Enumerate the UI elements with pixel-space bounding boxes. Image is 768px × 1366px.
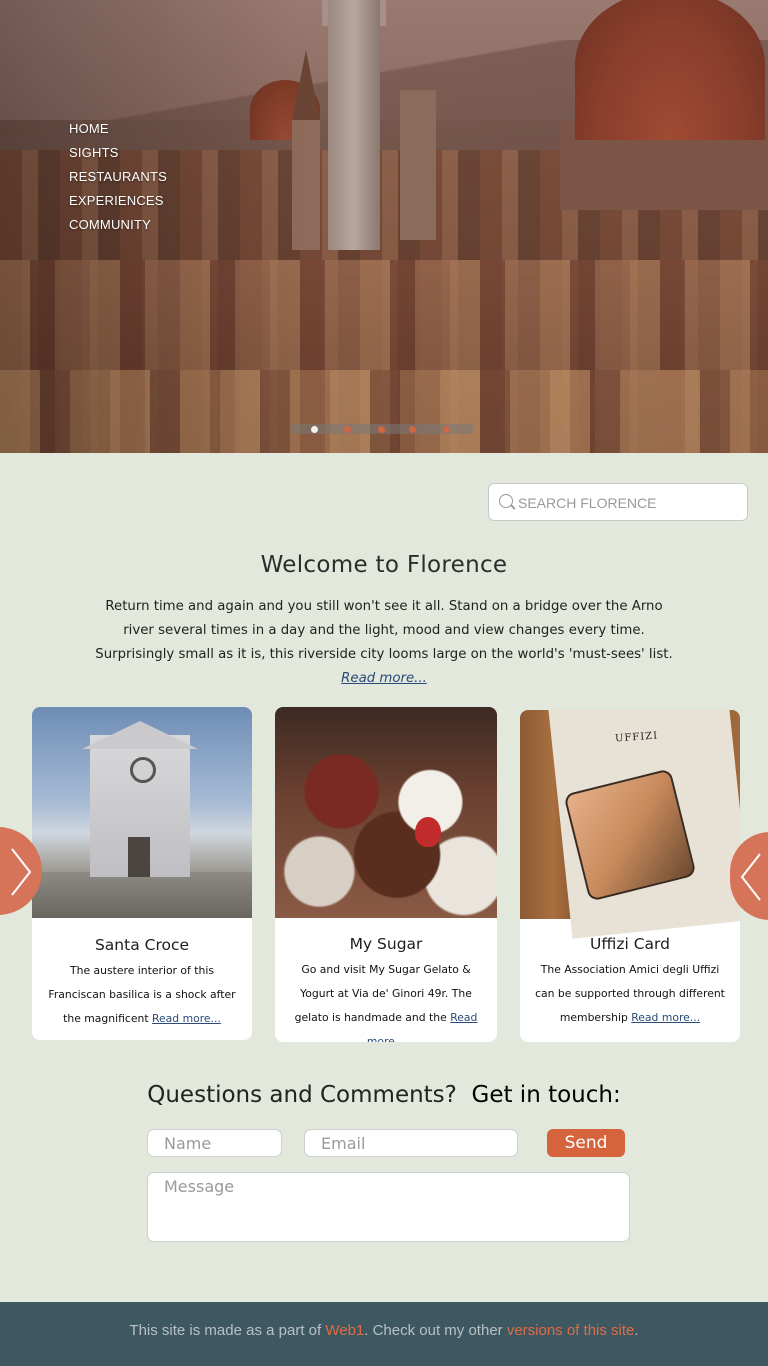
- card-my-sugar[interactable]: My Sugar Go and visit My Sugar Gelato & …: [275, 707, 497, 1042]
- uffizi-card-image: UFFIZI: [520, 710, 740, 939]
- contact-title-part2: Get in touch:: [471, 1082, 621, 1108]
- nav-item-experiences[interactable]: EXPERIENCES: [69, 189, 167, 213]
- card-text: Go and visit My Sugar Gelato & Yogurt at…: [289, 958, 483, 1042]
- card-santa-croce[interactable]: Santa Croce The austere interior of this…: [32, 707, 252, 1040]
- slider-dot-3[interactable]: [378, 426, 385, 433]
- card-read-more-link[interactable]: Read more...: [631, 1011, 700, 1024]
- footer-text: This site is made as a part of Web1. Che…: [129, 1322, 639, 1339]
- santa-croce-image: [32, 707, 252, 918]
- card-title: My Sugar: [349, 935, 423, 953]
- send-button[interactable]: Send: [547, 1129, 625, 1157]
- contact-title-part1: Questions and Comments?: [147, 1082, 457, 1108]
- main-nav: HOME SIGHTS RESTAURANTS EXPERIENCES COMM…: [69, 117, 167, 237]
- footer-web1-link[interactable]: Web1: [325, 1322, 364, 1339]
- name-field: [147, 1129, 282, 1157]
- slider-dot-4[interactable]: [409, 426, 416, 433]
- card-text: The Association Amici degli Uffizi can b…: [535, 963, 725, 1024]
- search-input[interactable]: [518, 492, 738, 514]
- nav-item-sights[interactable]: SIGHTS: [69, 141, 167, 165]
- my-sugar-image: [275, 707, 497, 918]
- footer: This site is made as a part of Web1. Che…: [0, 1302, 768, 1366]
- footer-versions-link[interactable]: versions of this site: [507, 1322, 635, 1339]
- search-icon: [499, 494, 513, 508]
- slider-dot-2[interactable]: [344, 426, 351, 433]
- chevron-right-icon: [11, 848, 32, 896]
- name-input[interactable]: [148, 1130, 281, 1156]
- card-read-more-link[interactable]: Read more...: [152, 1012, 221, 1025]
- card-text: The austere interior of this Franciscan …: [48, 964, 236, 1025]
- card-title: Uffizi Card: [590, 935, 670, 953]
- slider-pagination: [290, 424, 474, 434]
- chevron-left-icon: [740, 853, 761, 901]
- card-uffizi-card[interactable]: UFFIZI Uffizi Card The Association Amici…: [520, 710, 740, 1042]
- slider-dot-1[interactable]: [311, 426, 318, 433]
- message-input[interactable]: [148, 1173, 629, 1241]
- hero-banner: HOME SIGHTS RESTAURANTS EXPERIENCES COMM…: [0, 0, 768, 453]
- welcome-body: Return time and again and you still won'…: [95, 599, 673, 662]
- contact-title: Questions and Comments? Get in touch:: [0, 1082, 768, 1108]
- nav-item-home[interactable]: HOME: [69, 117, 167, 141]
- slider-dot-5[interactable]: [443, 426, 450, 433]
- search-box: [488, 483, 748, 521]
- email-field: [304, 1129, 518, 1157]
- nav-item-restaurants[interactable]: RESTAURANTS: [69, 165, 167, 189]
- welcome-title: Welcome to Florence: [260, 552, 508, 578]
- message-field: [147, 1172, 630, 1242]
- welcome-read-more-link[interactable]: Read more...: [341, 671, 427, 686]
- email-input[interactable]: [305, 1130, 517, 1156]
- card-title: Santa Croce: [94, 936, 190, 954]
- nav-item-community[interactable]: COMMUNITY: [69, 213, 167, 237]
- welcome-text: Return time and again and you still won'…: [94, 595, 674, 691]
